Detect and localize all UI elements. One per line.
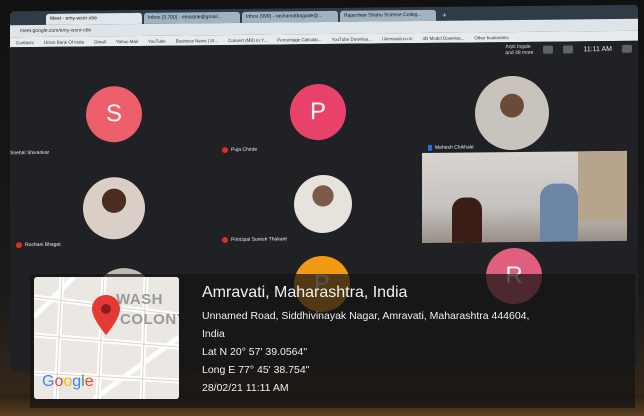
bookmark-item[interactable]: Contacts <box>16 40 34 45</box>
bookmark-item[interactable]: I Amravati.co.in <box>382 36 413 41</box>
bookmark-item[interactable]: Business News | St... <box>176 38 218 43</box>
participant-photo <box>475 75 549 151</box>
meet-top-bar: Arpit Ingale and 48 more 11:11 AM <box>505 43 632 56</box>
mic-muted-icon <box>222 237 228 244</box>
participant-photo <box>294 174 352 234</box>
bookmark-item[interactable]: Gmail <box>94 39 106 44</box>
bookmark-item[interactable]: YouTube <box>148 38 166 43</box>
chat-icon[interactable] <box>563 45 574 54</box>
timestamp: 28/02/21 11:11 AM <box>202 382 289 394</box>
google-logo: Google <box>42 373 94 390</box>
bookmark-item[interactable]: Convert (MB) to Y... <box>228 37 267 42</box>
bookmark-item[interactable]: Yahoo Mail <box>116 38 138 43</box>
bookmark-item[interactable]: YouTube Downloa... <box>332 36 372 41</box>
people-icon[interactable] <box>543 45 554 54</box>
bookmark-item[interactable]: 3D Model Downloa... <box>422 35 464 40</box>
address-line-2: India <box>202 328 225 340</box>
location-title: Amravati, Maharashtra, India <box>202 284 408 301</box>
participant-name: Snehal Shivankar <box>10 149 50 157</box>
latitude: Lat N 20° 57' 39.0564" <box>202 346 308 358</box>
mic-active-icon <box>428 144 432 151</box>
new-tab-icon[interactable]: + <box>438 10 451 21</box>
mic-muted-icon <box>16 242 22 249</box>
bookmark-item[interactable]: Other bookmarks <box>474 35 509 40</box>
url-text: meet.google.com/emy-wsnr-cbe <box>20 27 92 35</box>
photo-frame: Meet - emy-wsnr-cbe Inbox (3,700) - mhas… <box>0 0 644 416</box>
map-area-label: COLONY <box>120 311 179 328</box>
bookmark-item[interactable]: Union Bank Of India <box>44 39 84 44</box>
mic-muted-icon <box>222 147 228 154</box>
participant-name: Principal Suresh Thakare <box>222 236 287 244</box>
map-thumbnail: WASH COLONY Google <box>34 277 179 399</box>
meeting-time: 11:11 AM <box>583 45 612 53</box>
gps-stamp-overlay: WASH COLONY Google Amravati, Maharashtra… <box>30 274 635 408</box>
participant-photo <box>83 176 145 240</box>
map-area-label: WASH <box>116 291 163 308</box>
participant-video <box>422 150 627 243</box>
more-options-icon[interactable] <box>622 44 632 53</box>
map-pin-icon <box>92 295 120 335</box>
participant-avatar: P <box>290 83 346 141</box>
participant-name: Roshani Bhagat <box>16 242 61 249</box>
participant-name: Puja Chirde <box>222 147 257 154</box>
participant-name: Mahesh Chikhale <box>428 144 474 151</box>
longitude: Long E 77° 45' 38.754" <box>202 364 310 376</box>
participant-avatar: S <box>86 85 142 143</box>
address-line-1: Unnamed Road, Siddhivinayak Nagar, Amrav… <box>202 310 530 322</box>
presenter-label: Arpit Ingale and 48 more <box>505 43 534 57</box>
bookmark-item[interactable]: Percentage Calculat... <box>277 37 321 42</box>
